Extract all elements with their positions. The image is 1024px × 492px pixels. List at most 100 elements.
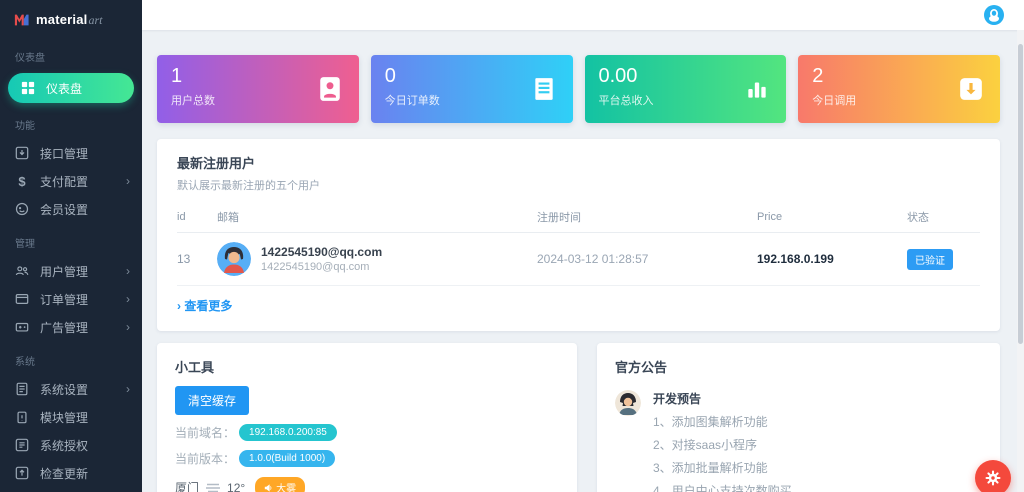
version-badge: 1.0.0(Build 1000) xyxy=(239,450,336,467)
version-row: 当前版本： 1.0.0(Build 1000) xyxy=(175,450,559,467)
section-label-system: 系统 xyxy=(15,357,35,368)
clear-cache-button[interactable]: 清空缓存 xyxy=(175,386,250,415)
api-icon xyxy=(15,146,29,160)
announcement-avatar xyxy=(615,390,641,416)
chevron-right-icon xyxy=(126,321,130,333)
sidebar-item-payment[interactable]: $ 支付配置 xyxy=(0,167,142,195)
sidebar-item-modules[interactable]: 模块管理 xyxy=(0,403,142,431)
chevron-right-icon xyxy=(126,293,130,305)
announcement-line: 3、添加批量解析功能 xyxy=(653,461,768,475)
announcement-line: 1、添加图集解析功能 xyxy=(653,415,768,429)
sidebar-item-api[interactable]: 接口管理 xyxy=(0,139,142,167)
announcement-line: 2、对接saas小程序 xyxy=(653,438,758,452)
brand-logo[interactable]: materialart xyxy=(0,0,142,37)
top-header xyxy=(142,0,1024,30)
orders-icon xyxy=(15,292,29,306)
fog-icon xyxy=(206,483,221,492)
table-row: 13 1422545190@qq.com 1422545190@qq.com 2… xyxy=(177,233,980,286)
member-icon xyxy=(15,202,29,216)
bottom-row: 小工具 清空缓存 当前域名： 192.168.0.200:85 当前版本： 1.… xyxy=(157,343,1000,492)
domain-label: 当前域名： xyxy=(175,426,236,440)
sidebar-item-logout[interactable]: 退出登录 xyxy=(0,487,142,492)
horn-icon xyxy=(264,483,272,492)
stat-card-total-users: 1 用户总数 xyxy=(157,55,359,123)
cell-email: 1422545190@qq.com 1422545190@qq.com xyxy=(217,242,537,276)
more-row: 查看更多 xyxy=(177,286,980,321)
cell-price: 192.168.0.199 xyxy=(757,252,834,266)
sidebar-item-label: 订单管理 xyxy=(40,292,89,307)
table-header-row: id 邮箱 注册时间 Price 状态 xyxy=(177,205,980,233)
weather-condition: 大雾 xyxy=(276,484,297,492)
col-register-time: 注册时间 xyxy=(537,212,581,224)
section-label-management: 管理 xyxy=(15,239,35,250)
download-box-icon xyxy=(960,78,982,100)
announcements-panel: 官方公告 开发预告 1、添加图集解析功能 2、对接saas小程序 3、添加批量解… xyxy=(597,343,1000,492)
version-label: 当前版本： xyxy=(175,452,236,466)
sidebar-item-member[interactable]: 会员设置 xyxy=(0,195,142,223)
ads-icon xyxy=(15,320,29,334)
cell-id: 13 xyxy=(177,252,191,266)
users-table: id 邮箱 注册时间 Price 状态 13 1422545190@qq.com xyxy=(177,205,980,286)
panel-title: 小工具 xyxy=(175,360,215,375)
col-status: 状态 xyxy=(907,212,929,224)
status-badge: 已验证 xyxy=(907,248,953,270)
module-icon xyxy=(15,410,29,424)
domain-badge: 192.168.0.200:85 xyxy=(239,424,337,441)
receipt-icon xyxy=(534,78,553,100)
sidebar-item-ads[interactable]: 广告管理 xyxy=(0,313,142,341)
sidebar-item-label: 系统设置 xyxy=(40,382,89,397)
sidebar-item-label: 系统授权 xyxy=(40,438,89,453)
sidebar-item-dashboard[interactable]: 仪表盘 xyxy=(8,73,134,103)
chevron-right-icon xyxy=(126,383,130,395)
tools-panel: 小工具 清空缓存 当前域名： 192.168.0.200:85 当前版本： 1.… xyxy=(157,343,577,492)
bar-chart-icon xyxy=(748,82,766,98)
announcement-body: 开发预告 1、添加图集解析功能 2、对接saas小程序 3、添加批量解析功能 4… xyxy=(653,390,982,492)
announcement-title: 开发预告 xyxy=(653,392,702,406)
user-badge-icon xyxy=(320,77,340,101)
panel-title: 官方公告 xyxy=(615,360,668,375)
email-secondary: 1422545190@qq.com xyxy=(261,261,370,273)
domain-row: 当前域名： 192.168.0.200:85 xyxy=(175,424,559,441)
logo-m-icon xyxy=(14,14,29,26)
sidebar-item-update[interactable]: 检查更新 xyxy=(0,459,142,487)
cell-register-time: 2024-03-12 01:28:57 xyxy=(537,252,649,266)
panel-title: 最新注册用户 xyxy=(177,156,256,171)
email-primary: 1422545190@qq.com xyxy=(261,245,383,259)
settings-fab[interactable] xyxy=(975,460,1011,492)
scrollbar-thumb[interactable] xyxy=(1018,44,1023,344)
stat-card-today-calls: 2 今日调用 xyxy=(798,55,1000,123)
settings-doc-icon xyxy=(15,382,29,396)
section-label-dashboard: 仪表盘 xyxy=(15,53,45,64)
brand-name: material xyxy=(36,12,88,27)
sidebar-item-label: 模块管理 xyxy=(40,410,89,425)
users-icon xyxy=(15,264,29,278)
weather-city: 厦门 xyxy=(175,481,200,492)
update-icon xyxy=(15,466,29,480)
col-price: Price xyxy=(757,211,783,223)
user-avatar xyxy=(217,242,251,276)
section-label-features: 功能 xyxy=(15,121,35,132)
col-email: 邮箱 xyxy=(217,212,239,224)
sidebar-item-label: 用户管理 xyxy=(40,264,89,279)
dollar-icon: $ xyxy=(18,173,26,189)
sidebar-item-users[interactable]: 用户管理 xyxy=(0,257,142,285)
latest-users-panel: 最新注册用户 默认展示最新注册的五个用户 id 邮箱 注册时间 Price 状态… xyxy=(157,139,1000,331)
announcement-item: 开发预告 1、添加图集解析功能 2、对接saas小程序 3、添加批量解析功能 4… xyxy=(615,390,982,492)
license-icon xyxy=(15,438,29,452)
sidebar-item-label: 支付配置 xyxy=(40,174,89,189)
cell-status: 已验证 xyxy=(907,248,980,270)
brand-suffix: art xyxy=(88,13,103,27)
sidebar-item-label: 接口管理 xyxy=(40,146,89,161)
qq-icon[interactable] xyxy=(984,5,1004,25)
sidebar-item-orders[interactable]: 订单管理 xyxy=(0,285,142,313)
scrollbar-track xyxy=(1017,30,1024,492)
sidebar-item-license[interactable]: 系统授权 xyxy=(0,431,142,459)
sidebar-item-label: 广告管理 xyxy=(40,320,89,335)
view-more-link[interactable]: 查看更多 xyxy=(177,299,232,313)
gear-icon xyxy=(985,470,1001,486)
weather-temp: 12° xyxy=(227,480,246,492)
dashboard-icon xyxy=(21,81,35,95)
chevron-right-icon xyxy=(126,265,130,277)
stat-card-today-orders: 0 今日订单数 xyxy=(370,55,573,123)
sidebar-item-settings[interactable]: 系统设置 xyxy=(0,375,142,403)
